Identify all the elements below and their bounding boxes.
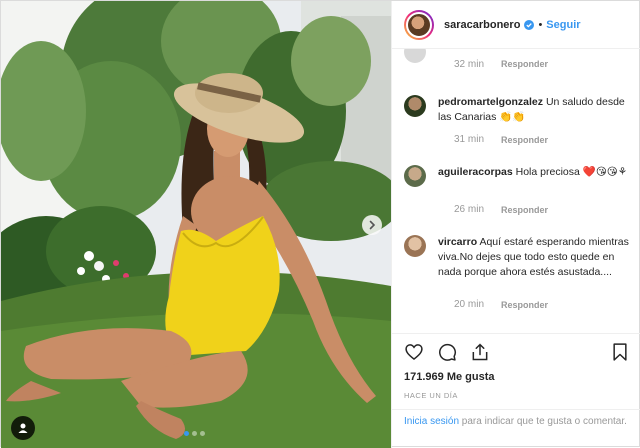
commenter-username[interactable]: pedromartelgonzalez	[438, 96, 543, 108]
commenter-avatar[interactable]	[404, 235, 426, 257]
comment-age: 31 min	[454, 134, 485, 145]
post-side-panel: saracarbonero • Seguir 32 min Responder …	[391, 1, 640, 448]
follow-button[interactable]: Seguir	[546, 19, 580, 31]
carousel-next-button[interactable]	[362, 215, 382, 235]
comment-age: 32 min	[454, 59, 485, 70]
post-photo[interactable]	[1, 1, 391, 448]
user-tag-icon	[18, 423, 28, 433]
comments-list: 32 min Responder pedromartelgonzalez Un …	[392, 49, 640, 333]
bookmark-icon[interactable]	[610, 342, 630, 362]
author-avatar-ring[interactable]	[404, 9, 434, 40]
comment-age: 20 min	[454, 299, 485, 310]
carousel-dot	[200, 431, 205, 436]
reply-button[interactable]: Responder	[501, 135, 548, 145]
comment-text: vircarro Aquí estaré esperando mientras …	[438, 235, 638, 280]
like-count[interactable]: 171.969 Me gusta	[404, 371, 495, 383]
commenter-avatar[interactable]	[404, 165, 426, 187]
commenter-username[interactable]: vircarro	[438, 236, 477, 248]
comment-body: Hola preciosa ❤️😘😘⚘	[515, 166, 628, 178]
tagged-users-button[interactable]	[11, 416, 35, 440]
comment-text: aguileracorpas Hola preciosa ❤️😘😘⚘	[438, 165, 638, 180]
verified-badge-icon	[524, 19, 535, 30]
carousel-indicator	[184, 431, 205, 436]
commenter-avatar[interactable]	[404, 95, 426, 117]
reply-button[interactable]: Responder	[501, 59, 548, 69]
photo-illustration	[1, 1, 391, 448]
instagram-post: saracarbonero • Seguir 32 min Responder …	[0, 0, 640, 448]
commenter-avatar[interactable]	[404, 49, 426, 63]
chevron-right-icon	[369, 220, 376, 230]
comment-age: 26 min	[454, 204, 485, 215]
post-actions: 171.969 Me gusta HACE UN DÍA Inicia sesi…	[392, 333, 640, 448]
post-timestamp[interactable]: HACE UN DÍA	[404, 391, 458, 400]
login-link[interactable]: Inicia sesión	[404, 416, 459, 427]
author-avatar[interactable]	[406, 11, 432, 38]
commenter-username[interactable]: aguileracorpas	[438, 166, 513, 178]
share-icon[interactable]	[470, 342, 490, 362]
reply-button[interactable]: Responder	[501, 205, 548, 215]
comment-icon[interactable]	[437, 342, 457, 362]
reply-button[interactable]: Responder	[501, 300, 548, 310]
carousel-dot-active	[184, 431, 189, 436]
post-header: saracarbonero • Seguir	[392, 1, 640, 49]
login-prompt: Inicia sesión para indicar que te gusta …	[392, 409, 640, 434]
login-prompt-text: para indicar que te gusta o comentar.	[459, 416, 627, 427]
header-separator: •	[538, 18, 543, 31]
author-username[interactable]: saracarbonero	[444, 19, 520, 31]
carousel-dot	[192, 431, 197, 436]
heart-icon[interactable]	[404, 342, 424, 362]
comment-text: pedromartelgonzalez Un saludo desde las …	[438, 95, 638, 125]
